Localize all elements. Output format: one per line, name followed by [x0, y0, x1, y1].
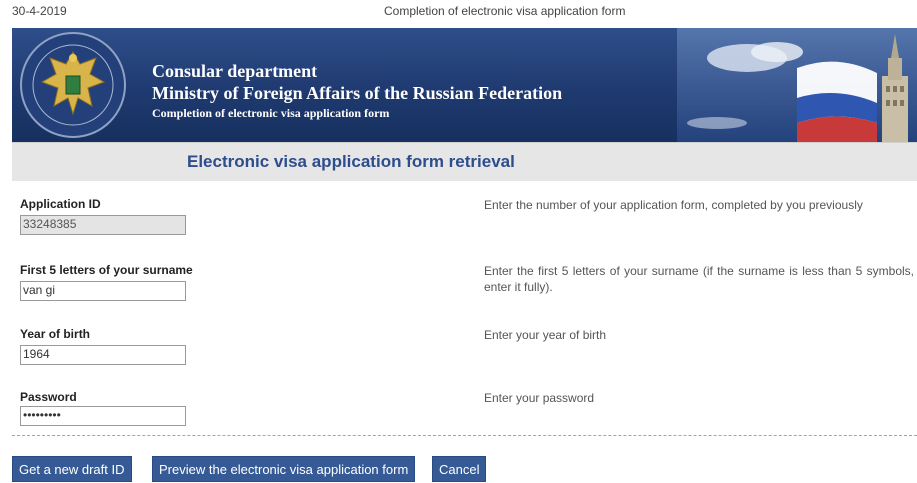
- print-page-title: Completion of electronic visa applicatio…: [384, 4, 626, 18]
- print-date: 30-4-2019: [12, 4, 67, 18]
- preview-form-button[interactable]: Preview the electronic visa application …: [152, 456, 416, 482]
- application-id-hint: Enter the number of your application for…: [484, 198, 863, 212]
- cancel-button[interactable]: Cancel: [432, 456, 487, 482]
- section-header: Electronic visa application form retriev…: [12, 142, 917, 181]
- surname-label: First 5 letters of your surname: [20, 263, 193, 277]
- surname-hint: Enter the first 5 letters of your surnam…: [484, 264, 914, 294]
- banner-subtitle: Completion of electronic visa applicatio…: [152, 106, 390, 120]
- application-id-field[interactable]: 33248385: [20, 215, 186, 235]
- get-new-draft-id-button[interactable]: Get a new draft ID: [12, 456, 132, 482]
- section-title: Electronic visa application form retriev…: [187, 152, 515, 171]
- password-label: Password: [20, 390, 77, 404]
- form-divider: [12, 435, 917, 436]
- password-input[interactable]: •••••••••: [20, 406, 186, 426]
- header-banner: Consular department Ministry of Foreign …: [12, 28, 917, 142]
- banner-department: Consular department: [152, 61, 318, 81]
- password-hint: Enter your password: [484, 391, 595, 405]
- birth-year-label: Year of birth: [20, 327, 91, 341]
- banner-ministry: Ministry of Foreign Affairs of the Russi…: [152, 83, 563, 103]
- banner-titles: Consular department Ministry of Foreign …: [152, 60, 562, 122]
- banner-building-flag-image: [677, 28, 917, 142]
- emblem-icon: [20, 32, 126, 138]
- birth-year-input[interactable]: 1964: [20, 345, 186, 365]
- birth-year-hint: Enter your year of birth: [484, 328, 607, 342]
- application-id-label: Application ID: [20, 197, 101, 211]
- surname-input[interactable]: van gi: [20, 281, 186, 301]
